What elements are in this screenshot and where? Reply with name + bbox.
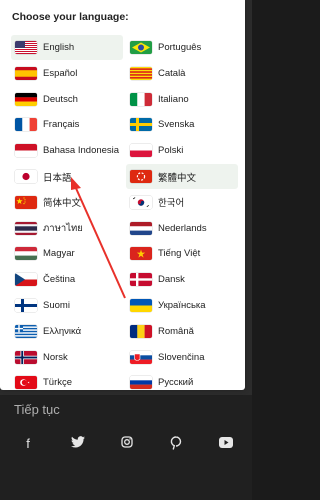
language-option[interactable]: Bahasa Indonesia bbox=[11, 138, 123, 163]
language-label: Italiano bbox=[158, 93, 189, 105]
flag-de-icon bbox=[15, 92, 37, 106]
language-label: Français bbox=[43, 119, 80, 131]
language-option[interactable]: Tiếng Việt bbox=[126, 241, 238, 266]
language-option[interactable]: Українська bbox=[126, 293, 238, 318]
flag-fr-icon bbox=[15, 118, 37, 132]
language-option[interactable]: 日本語 bbox=[11, 164, 123, 189]
language-label: Bahasa Indonesia bbox=[43, 145, 120, 157]
language-option[interactable]: 한국어 bbox=[126, 190, 238, 215]
flag-it-icon bbox=[130, 92, 152, 106]
flag-es-icon bbox=[15, 66, 37, 80]
language-label: 繁體中文 bbox=[158, 172, 197, 184]
language-option[interactable]: Čeština bbox=[11, 267, 123, 292]
language-option[interactable]: Русский bbox=[126, 370, 238, 395]
language-picker-panel: Choose your language: English Português Es… bbox=[0, 0, 245, 390]
flag-tr-icon bbox=[15, 376, 37, 390]
panel-title: Choose your language: bbox=[12, 11, 129, 23]
language-option[interactable]: ภาษาไทย bbox=[11, 216, 123, 241]
social-links: f bbox=[0, 436, 252, 456]
language-label: 한국어 bbox=[158, 198, 185, 210]
language-label: Norsk bbox=[43, 351, 68, 363]
language-label: Deutsch bbox=[43, 93, 78, 105]
flag-cz-icon bbox=[15, 273, 37, 287]
language-label: Português bbox=[158, 42, 202, 53]
flag-se-icon bbox=[130, 118, 152, 132]
language-option[interactable]: Català bbox=[126, 61, 238, 86]
language-label: Suomi bbox=[43, 300, 70, 311]
instagram-icon[interactable] bbox=[119, 436, 135, 452]
pinterest-icon[interactable] bbox=[168, 436, 184, 452]
flag-ua-icon bbox=[130, 299, 152, 312]
language-option[interactable]: 繁體中文 bbox=[126, 164, 238, 189]
language-label: 简体中文 bbox=[43, 198, 82, 210]
language-option[interactable]: English bbox=[11, 35, 123, 60]
flag-hu-icon bbox=[15, 247, 37, 261]
facebook-icon[interactable]: f bbox=[20, 436, 36, 452]
language-label: Slovenčina bbox=[158, 351, 205, 363]
language-label: Español bbox=[43, 67, 78, 79]
flag-id-icon bbox=[15, 144, 37, 158]
language-label: Ελληνικά bbox=[43, 325, 82, 337]
flag-nl-icon bbox=[130, 221, 152, 235]
language-option[interactable]: Svenska bbox=[126, 112, 238, 137]
flag-hk-icon bbox=[130, 170, 152, 183]
language-option[interactable]: Português bbox=[126, 35, 238, 60]
language-option[interactable]: Ελληνικά bbox=[11, 319, 123, 344]
language-option[interactable]: Polski bbox=[126, 138, 238, 163]
language-label: Polski bbox=[158, 145, 184, 157]
language-label: Nederlands bbox=[158, 222, 207, 234]
flag-br-icon bbox=[130, 41, 152, 54]
language-label: Dansk bbox=[158, 274, 185, 286]
language-label: English bbox=[43, 42, 75, 53]
language-option[interactable]: Magyar bbox=[11, 241, 123, 266]
language-option[interactable]: Dansk bbox=[126, 267, 238, 292]
language-option[interactable]: Italiano bbox=[126, 87, 238, 112]
flag-gr-icon bbox=[15, 324, 37, 338]
language-label: Čeština bbox=[43, 274, 76, 286]
twitter-icon[interactable] bbox=[70, 436, 86, 452]
language-option[interactable]: Español bbox=[11, 61, 123, 86]
language-option[interactable]: Slovenčina bbox=[126, 345, 238, 370]
flag-th-icon bbox=[15, 221, 37, 235]
language-option[interactable]: Français bbox=[11, 112, 123, 137]
flag-us-icon bbox=[15, 41, 37, 54]
language-label: ภาษาไทย bbox=[43, 222, 83, 234]
language-label: Tiếng Việt bbox=[158, 248, 201, 260]
background-text: Tiếp tục bbox=[14, 402, 60, 417]
language-label: Svenska bbox=[158, 119, 195, 131]
flag-vn-icon bbox=[130, 247, 152, 261]
language-option[interactable]: Română bbox=[126, 319, 238, 344]
youtube-icon[interactable] bbox=[218, 436, 234, 452]
flag-pl-icon bbox=[130, 144, 152, 158]
language-label: Русский bbox=[158, 377, 194, 389]
flag-dk-icon bbox=[130, 273, 152, 287]
language-option[interactable]: Norsk bbox=[11, 345, 123, 370]
language-label: Română bbox=[158, 325, 194, 337]
flag-cn-icon bbox=[15, 195, 37, 209]
flag-catalonia-icon bbox=[130, 66, 152, 80]
language-label: 日本語 bbox=[43, 172, 72, 184]
language-option[interactable]: Nederlands bbox=[126, 216, 238, 241]
flag-jp-icon bbox=[15, 170, 37, 183]
flag-ro-icon bbox=[130, 324, 152, 338]
language-option[interactable]: Deutsch bbox=[11, 87, 123, 112]
language-label: Català bbox=[158, 67, 186, 79]
flag-kr-icon bbox=[130, 195, 152, 209]
language-option[interactable]: Türkçe bbox=[11, 370, 123, 395]
language-label: Українська bbox=[158, 300, 206, 311]
language-option[interactable]: Suomi bbox=[11, 293, 123, 318]
flag-no-icon bbox=[15, 350, 37, 364]
language-label: Türkçe bbox=[43, 377, 73, 389]
language-label: Magyar bbox=[43, 248, 75, 260]
flag-sk-icon bbox=[130, 350, 152, 364]
flag-fi-icon bbox=[15, 299, 37, 312]
language-option[interactable]: 简体中文 bbox=[11, 190, 123, 215]
flag-ru-icon bbox=[130, 376, 152, 390]
